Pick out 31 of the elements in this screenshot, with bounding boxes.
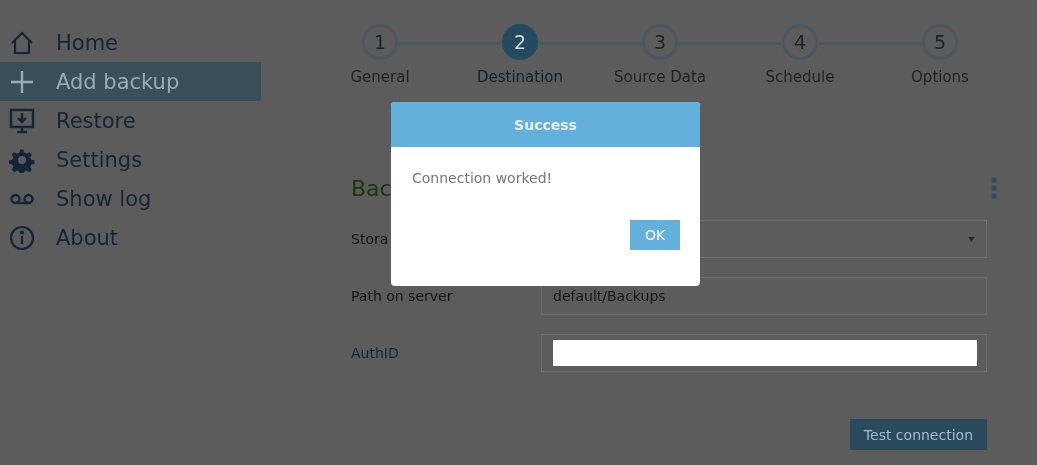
nav-item[interactable]: Home [0, 23, 261, 62]
monitor-download-icon [9, 107, 35, 134]
field-label: Path on server [351, 288, 454, 304]
test-connection-button[interactable]: Test connection [849, 419, 987, 450]
step-circle[interactable]: 1 [362, 24, 398, 60]
step-label[interactable]: Source Data [613, 68, 707, 86]
dialog-message: Connection worked! [411, 169, 554, 186]
step-circle[interactable]: 4 [782, 24, 818, 60]
nav-item[interactable]: Show log [0, 179, 261, 218]
nav-item[interactable]: About [0, 218, 261, 257]
step-label[interactable]: Destination [476, 68, 564, 86]
step-circle[interactable]: 3 [642, 24, 678, 60]
step-label[interactable]: Options [911, 68, 969, 86]
settings-icon [9, 146, 35, 173]
input-field[interactable] [541, 334, 987, 372]
ok-button[interactable]: OK [630, 220, 680, 250]
field-label: AuthID [351, 345, 400, 361]
section-heading: Bac [351, 175, 392, 201]
nav-item[interactable]: Settings [0, 140, 261, 179]
dialog-title: Success [391, 102, 700, 147]
caret-icon [968, 236, 975, 242]
info-icon [9, 224, 35, 251]
step-label[interactable]: Schedule [765, 68, 835, 86]
step-circle[interactable]: 5 [922, 24, 958, 60]
field-label: Stora [351, 231, 390, 247]
nav-item[interactable]: Restore [0, 101, 261, 140]
step-label[interactable]: General [350, 68, 410, 86]
home-icon [9, 29, 35, 56]
plus-icon [9, 68, 35, 95]
nav-item[interactable]: Add backup [0, 62, 261, 101]
step-circle[interactable]: 2 [502, 24, 538, 60]
